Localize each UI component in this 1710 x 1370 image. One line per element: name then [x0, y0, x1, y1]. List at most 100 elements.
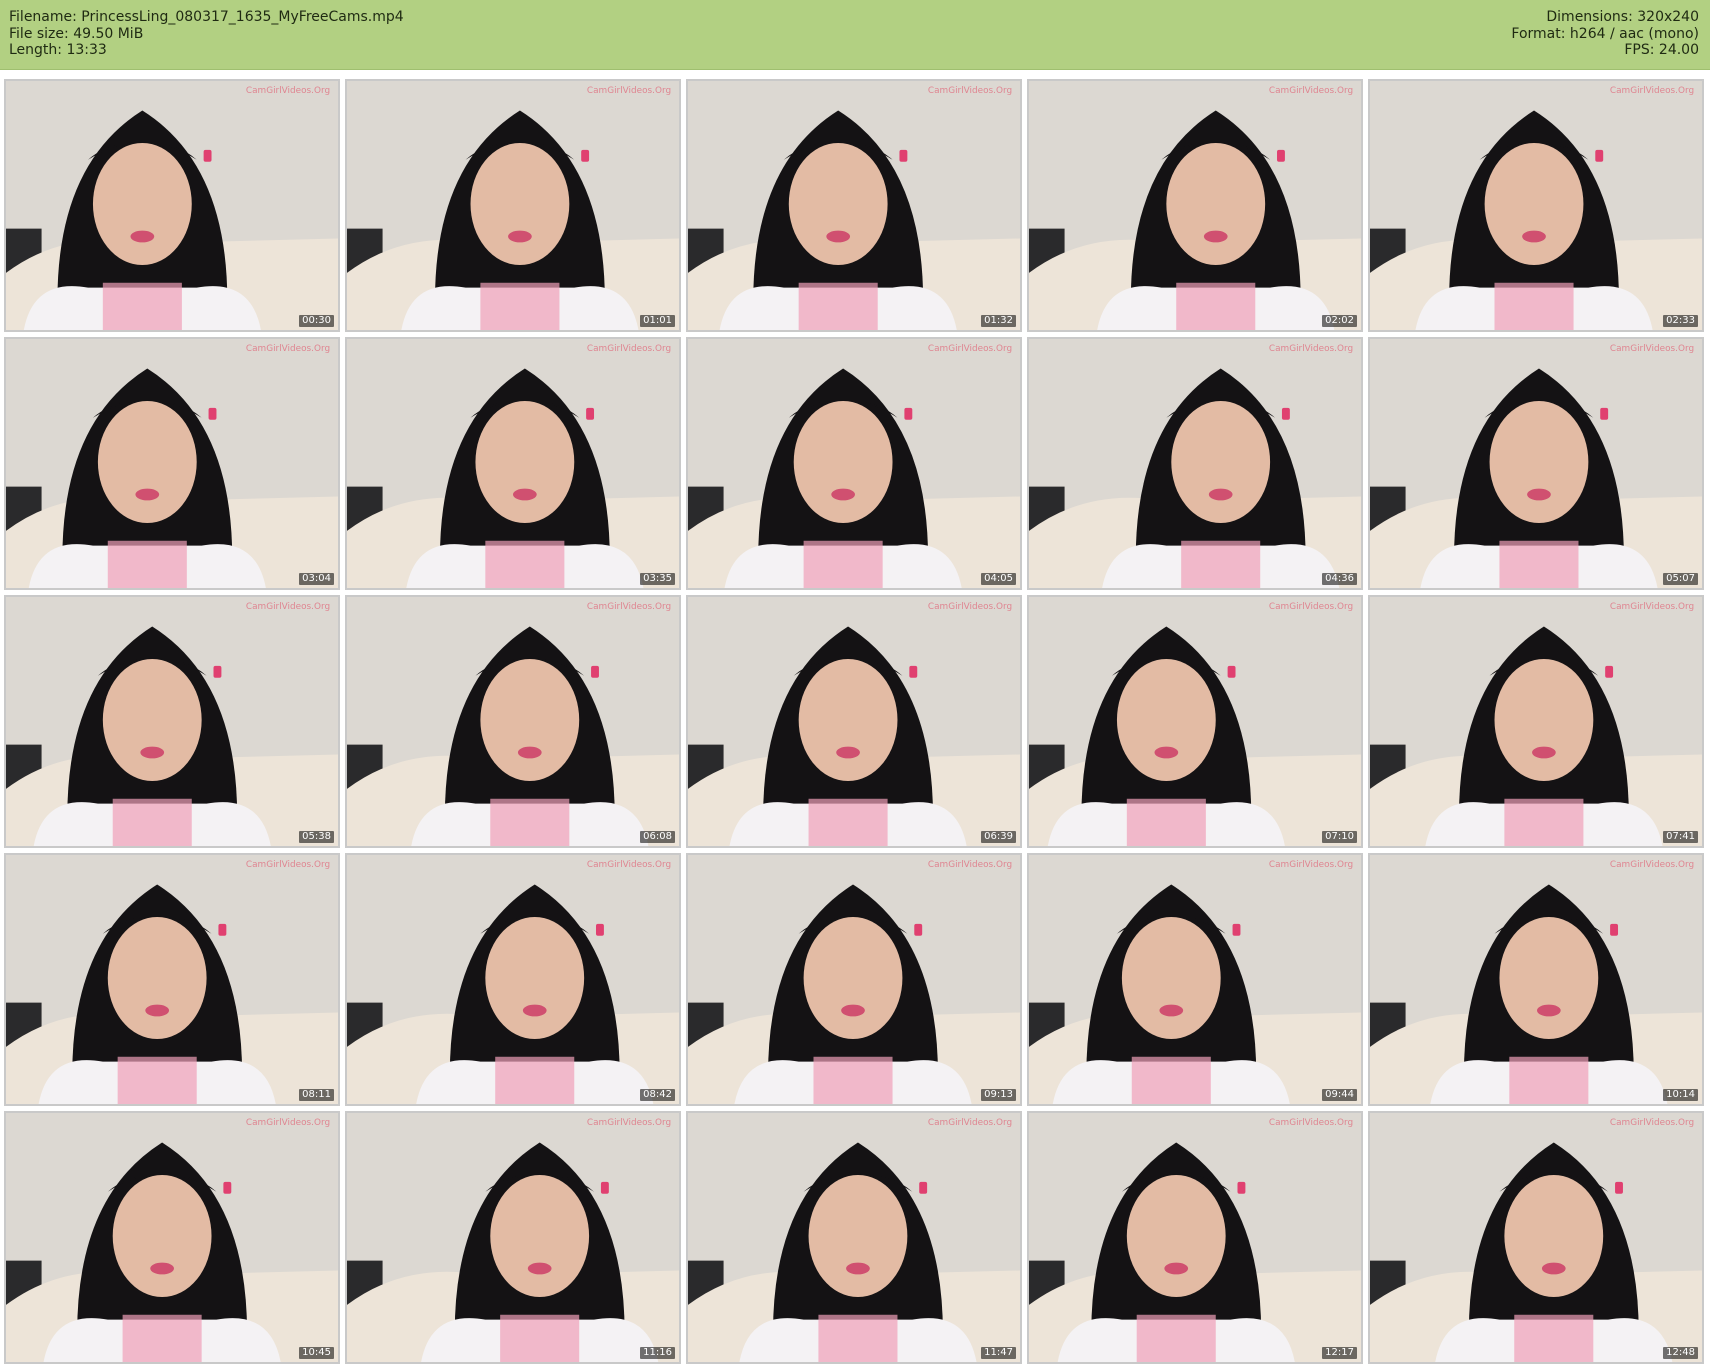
thumbnail-timestamp: 12:17: [1322, 1347, 1357, 1359]
file-info-right: Dimensions: 320x240 Format: h264 / aac (…: [1511, 9, 1699, 59]
thumbnail-timestamp: 08:42: [640, 1089, 675, 1101]
video-thumbnail: CamGirlVideos.Org 09:44: [1027, 853, 1363, 1106]
svg-text:CamGirlVideos.Org: CamGirlVideos.Org: [1610, 602, 1694, 612]
thumbnail-timestamp: 01:32: [981, 315, 1016, 327]
thumbnail-timestamp: 07:41: [1663, 831, 1698, 843]
thumbnail-timestamp: 07:10: [1322, 831, 1357, 843]
frame-image: CamGirlVideos.Org: [6, 855, 338, 1104]
frame-image: CamGirlVideos.Org: [688, 855, 1020, 1104]
thumbnail-timestamp: 00:30: [299, 315, 334, 327]
svg-text:CamGirlVideos.Org: CamGirlVideos.Org: [1269, 602, 1353, 612]
video-thumbnail: CamGirlVideos.Org 10:14: [1368, 853, 1704, 1106]
video-thumbnail: CamGirlVideos.Org 12:48: [1368, 1111, 1704, 1364]
svg-text:CamGirlVideos.Org: CamGirlVideos.Org: [1610, 1118, 1694, 1128]
frame-image: CamGirlVideos.Org: [1029, 81, 1361, 330]
video-thumbnail: CamGirlVideos.Org 07:41: [1368, 595, 1704, 848]
svg-text:CamGirlVideos.Org: CamGirlVideos.Org: [1269, 1118, 1353, 1128]
frame-image: CamGirlVideos.Org: [6, 1113, 338, 1362]
frame-image: CamGirlVideos.Org: [1370, 597, 1702, 846]
thumbnail-timestamp: 03:35: [640, 573, 675, 585]
thumbnail-timestamp: 10:45: [299, 1347, 334, 1359]
thumbnail-timestamp: 06:39: [981, 831, 1016, 843]
thumbnail-timestamp: 11:47: [981, 1347, 1016, 1359]
svg-text:CamGirlVideos.Org: CamGirlVideos.Org: [1610, 86, 1694, 96]
video-thumbnail: CamGirlVideos.Org 02:33: [1368, 79, 1704, 332]
thumbnail-grid: CamGirlVideos.Org 00:30 CamGirlVideos.Or…: [0, 75, 1710, 1370]
thumbnail-timestamp: 03:04: [299, 573, 334, 585]
svg-text:CamGirlVideos.Org: CamGirlVideos.Org: [587, 602, 671, 612]
thumbnail-timestamp: 11:16: [640, 1347, 675, 1359]
video-thumbnail: CamGirlVideos.Org 12:17: [1027, 1111, 1363, 1364]
frame-image: CamGirlVideos.Org: [688, 597, 1020, 846]
thumbnail-timestamp: 04:36: [1322, 573, 1357, 585]
frame-image: CamGirlVideos.Org: [1029, 1113, 1361, 1362]
svg-text:CamGirlVideos.Org: CamGirlVideos.Org: [246, 86, 330, 96]
info-header: Filename: PrincessLing_080317_1635_MyFre…: [0, 0, 1710, 70]
thumbnail-timestamp: 06:08: [640, 831, 675, 843]
svg-text:CamGirlVideos.Org: CamGirlVideos.Org: [246, 1118, 330, 1128]
format-line: Format: h264 / aac (mono): [1511, 25, 1699, 42]
video-thumbnail: CamGirlVideos.Org 07:10: [1027, 595, 1363, 848]
svg-text:CamGirlVideos.Org: CamGirlVideos.Org: [1610, 344, 1694, 354]
video-thumbnail: CamGirlVideos.Org 04:05: [686, 337, 1022, 590]
frame-image: CamGirlVideos.Org: [1370, 339, 1702, 588]
thumbnail-timestamp: 08:11: [299, 1089, 334, 1101]
video-thumbnail: CamGirlVideos.Org 03:04: [4, 337, 340, 590]
svg-text:CamGirlVideos.Org: CamGirlVideos.Org: [587, 344, 671, 354]
frame-image: CamGirlVideos.Org: [688, 81, 1020, 330]
thumbnail-timestamp: 02:02: [1322, 315, 1357, 327]
video-thumbnail: CamGirlVideos.Org 03:35: [345, 337, 681, 590]
frame-image: CamGirlVideos.Org: [1370, 81, 1702, 330]
frame-image: CamGirlVideos.Org: [1029, 855, 1361, 1104]
svg-text:CamGirlVideos.Org: CamGirlVideos.Org: [246, 602, 330, 612]
video-thumbnail: CamGirlVideos.Org 05:07: [1368, 337, 1704, 590]
frame-image: CamGirlVideos.Org: [1370, 1113, 1702, 1362]
length-line: Length: 13:33: [9, 42, 107, 58]
frame-image: CamGirlVideos.Org: [688, 1113, 1020, 1362]
thumbnail-timestamp: 01:01: [640, 315, 675, 327]
frame-image: CamGirlVideos.Org: [1370, 855, 1702, 1104]
frame-image: CamGirlVideos.Org: [347, 1113, 679, 1362]
file-info-left: Filename: PrincessLing_080317_1635_MyFre…: [9, 9, 404, 59]
video-thumbnail: CamGirlVideos.Org 01:32: [686, 79, 1022, 332]
svg-text:CamGirlVideos.Org: CamGirlVideos.Org: [928, 1118, 1012, 1128]
frame-image: CamGirlVideos.Org: [1029, 597, 1361, 846]
video-thumbnail: CamGirlVideos.Org 02:02: [1027, 79, 1363, 332]
svg-text:CamGirlVideos.Org: CamGirlVideos.Org: [1269, 344, 1353, 354]
svg-text:CamGirlVideos.Org: CamGirlVideos.Org: [928, 860, 1012, 870]
video-thumbnail: CamGirlVideos.Org 05:38: [4, 595, 340, 848]
filesize-line: File size: 49.50 MiB: [9, 25, 144, 42]
thumbnail-timestamp: 05:07: [1663, 573, 1698, 585]
filename-line: Filename: PrincessLing_080317_1635_MyFre…: [9, 9, 404, 25]
frame-image: CamGirlVideos.Org: [347, 597, 679, 846]
thumbnail-timestamp: 09:13: [981, 1089, 1016, 1101]
thumbnail-timestamp: 05:38: [299, 831, 334, 843]
svg-text:CamGirlVideos.Org: CamGirlVideos.Org: [1269, 860, 1353, 870]
frame-image: CamGirlVideos.Org: [6, 597, 338, 846]
video-thumbnail: CamGirlVideos.Org 11:47: [686, 1111, 1022, 1364]
svg-text:CamGirlVideos.Org: CamGirlVideos.Org: [587, 860, 671, 870]
video-thumbnail: CamGirlVideos.Org 00:30: [4, 79, 340, 332]
video-thumbnail: CamGirlVideos.Org 06:08: [345, 595, 681, 848]
frame-image: CamGirlVideos.Org: [347, 339, 679, 588]
video-thumbnail: CamGirlVideos.Org 08:11: [4, 853, 340, 1106]
video-thumbnail: CamGirlVideos.Org 08:42: [345, 853, 681, 1106]
svg-text:CamGirlVideos.Org: CamGirlVideos.Org: [587, 1118, 671, 1128]
frame-image: CamGirlVideos.Org: [347, 81, 679, 330]
dimensions-line: Dimensions: 320x240: [1546, 9, 1699, 25]
thumbnail-timestamp: 10:14: [1663, 1089, 1698, 1101]
svg-text:CamGirlVideos.Org: CamGirlVideos.Org: [928, 344, 1012, 354]
frame-image: CamGirlVideos.Org: [347, 855, 679, 1104]
svg-text:CamGirlVideos.Org: CamGirlVideos.Org: [246, 860, 330, 870]
video-thumbnail: CamGirlVideos.Org 11:16: [345, 1111, 681, 1364]
video-thumbnail: CamGirlVideos.Org 06:39: [686, 595, 1022, 848]
video-thumbnail: CamGirlVideos.Org 10:45: [4, 1111, 340, 1364]
frame-image: CamGirlVideos.Org: [688, 339, 1020, 588]
frame-image: CamGirlVideos.Org: [1029, 339, 1361, 588]
thumbnail-timestamp: 09:44: [1322, 1089, 1357, 1101]
frame-image: CamGirlVideos.Org: [6, 339, 338, 588]
svg-text:CamGirlVideos.Org: CamGirlVideos.Org: [928, 86, 1012, 96]
video-thumbnail: CamGirlVideos.Org 01:01: [345, 79, 681, 332]
video-thumbnail: CamGirlVideos.Org 09:13: [686, 853, 1022, 1106]
svg-text:CamGirlVideos.Org: CamGirlVideos.Org: [587, 86, 671, 96]
